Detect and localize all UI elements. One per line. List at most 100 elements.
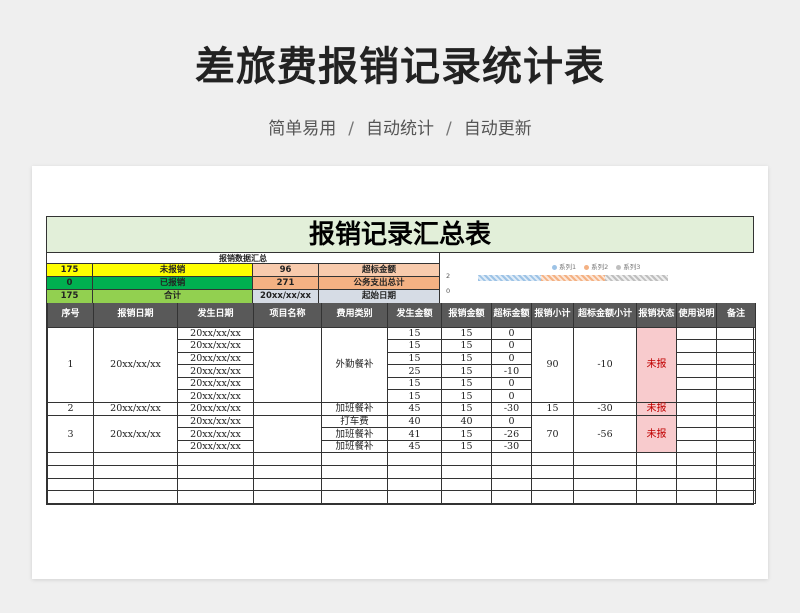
- cell-category[interactable]: 加班餐补: [321, 439, 388, 454]
- cell-over-amount[interactable]: -30: [491, 439, 532, 454]
- cell-reimb-amount[interactable]: 15: [441, 326, 492, 341]
- cell-empty[interactable]: [531, 452, 574, 467]
- cell-empty[interactable]: [716, 465, 756, 479]
- cell-reimb-date[interactable]: 20xx/xx/xx: [93, 402, 178, 416]
- cell-amount[interactable]: 15: [387, 339, 442, 353]
- cell-status[interactable]: 未报: [636, 326, 677, 404]
- cell-empty[interactable]: [676, 452, 717, 467]
- cell-empty[interactable]: [636, 452, 677, 467]
- cell-empty[interactable]: [491, 477, 532, 492]
- cell-remarks[interactable]: [716, 326, 756, 341]
- cell-empty[interactable]: [321, 477, 388, 492]
- cell-reimb-amount[interactable]: 15: [441, 364, 492, 378]
- cell-empty[interactable]: [491, 490, 532, 504]
- cell-status[interactable]: 未报: [636, 402, 677, 416]
- cell-reimb-amount[interactable]: 15: [441, 389, 492, 404]
- cell-usage[interactable]: [676, 376, 717, 391]
- column-header[interactable]: 超标金额小计: [573, 303, 637, 328]
- cell-empty[interactable]: [676, 490, 717, 504]
- cell-amount[interactable]: 15: [387, 389, 442, 404]
- cell-subtotal[interactable]: 90: [531, 326, 574, 404]
- cell-remarks[interactable]: [716, 414, 756, 429]
- cell-occur-date[interactable]: 20xx/xx/xx: [177, 339, 254, 353]
- cell-amount[interactable]: 40: [387, 414, 442, 429]
- cell-remarks[interactable]: [716, 364, 756, 378]
- cell-over-subtotal[interactable]: -10: [573, 326, 637, 404]
- column-header[interactable]: 超标金额: [491, 303, 532, 328]
- cell-empty[interactable]: [531, 490, 574, 504]
- cell-empty[interactable]: [441, 490, 492, 504]
- cell-empty[interactable]: [177, 490, 254, 504]
- cell-empty[interactable]: [93, 490, 178, 504]
- cell-over-amount[interactable]: 0: [491, 389, 532, 404]
- cell-empty[interactable]: [716, 490, 756, 504]
- cell-empty[interactable]: [441, 465, 492, 479]
- cell-usage[interactable]: [676, 414, 717, 429]
- cell-empty[interactable]: [387, 490, 442, 504]
- cell-empty[interactable]: [676, 465, 717, 479]
- cell-empty[interactable]: [441, 477, 492, 492]
- column-header[interactable]: 项目名称: [253, 303, 322, 328]
- cell-seq[interactable]: 1: [47, 326, 94, 404]
- column-header[interactable]: 发生日期: [177, 303, 254, 328]
- cell-usage[interactable]: [676, 389, 717, 404]
- cell-occur-date[interactable]: 20xx/xx/xx: [177, 427, 254, 441]
- cell-over-amount[interactable]: -10: [491, 364, 532, 378]
- cell-empty[interactable]: [491, 452, 532, 467]
- cell-empty[interactable]: [387, 452, 442, 467]
- cell-reimb-amount[interactable]: 40: [441, 414, 492, 429]
- cell-over-amount[interactable]: -30: [491, 402, 532, 416]
- cell-empty[interactable]: [253, 490, 322, 504]
- column-header[interactable]: 报销状态: [636, 303, 677, 328]
- cell-empty[interactable]: [387, 465, 442, 479]
- cell-empty[interactable]: [93, 465, 178, 479]
- cell-seq[interactable]: 2: [47, 402, 94, 416]
- cell-empty[interactable]: [636, 477, 677, 492]
- cell-occur-date[interactable]: 20xx/xx/xx: [177, 364, 254, 378]
- cell-empty[interactable]: [573, 465, 637, 479]
- column-header[interactable]: 报销金额: [441, 303, 492, 328]
- column-header[interactable]: 发生金额: [387, 303, 442, 328]
- cell-empty[interactable]: [716, 452, 756, 467]
- cell-reimb-amount[interactable]: 15: [441, 439, 492, 454]
- cell-empty[interactable]: [636, 465, 677, 479]
- cell-empty[interactable]: [716, 477, 756, 492]
- cell-subtotal[interactable]: 15: [531, 402, 574, 416]
- cell-empty[interactable]: [573, 452, 637, 467]
- cell-occur-date[interactable]: 20xx/xx/xx: [177, 351, 254, 366]
- cell-empty[interactable]: [93, 477, 178, 492]
- cell-empty[interactable]: [93, 452, 178, 467]
- cell-empty[interactable]: [321, 465, 388, 479]
- cell-category[interactable]: 打车费: [321, 414, 388, 429]
- cell-amount[interactable]: 15: [387, 351, 442, 366]
- cell-empty[interactable]: [253, 452, 322, 467]
- cell-reimb-amount[interactable]: 15: [441, 427, 492, 441]
- cell-empty[interactable]: [491, 465, 532, 479]
- cell-project[interactable]: [253, 326, 322, 404]
- cell-empty[interactable]: [47, 452, 94, 467]
- cell-usage[interactable]: [676, 402, 717, 416]
- cell-over-subtotal[interactable]: -30: [573, 402, 637, 416]
- cell-remarks[interactable]: [716, 439, 756, 454]
- cell-over-amount[interactable]: 0: [491, 376, 532, 391]
- cell-subtotal[interactable]: 70: [531, 414, 574, 454]
- column-header[interactable]: 报销日期: [93, 303, 178, 328]
- cell-category[interactable]: 外勤餐补: [321, 326, 388, 404]
- cell-occur-date[interactable]: 20xx/xx/xx: [177, 414, 254, 429]
- cell-occur-date[interactable]: 20xx/xx/xx: [177, 326, 254, 341]
- cell-occur-date[interactable]: 20xx/xx/xx: [177, 389, 254, 404]
- cell-amount[interactable]: 25: [387, 364, 442, 378]
- cell-reimb-amount[interactable]: 15: [441, 376, 492, 391]
- cell-empty[interactable]: [177, 477, 254, 492]
- cell-over-amount[interactable]: 0: [491, 339, 532, 353]
- cell-empty[interactable]: [676, 477, 717, 492]
- cell-over-subtotal[interactable]: -56: [573, 414, 637, 454]
- cell-empty[interactable]: [441, 452, 492, 467]
- cell-empty[interactable]: [321, 452, 388, 467]
- cell-over-amount[interactable]: -26: [491, 427, 532, 441]
- cell-amount[interactable]: 41: [387, 427, 442, 441]
- cell-empty[interactable]: [573, 490, 637, 504]
- cell-empty[interactable]: [253, 477, 322, 492]
- cell-remarks[interactable]: [716, 339, 756, 353]
- cell-amount[interactable]: 45: [387, 402, 442, 416]
